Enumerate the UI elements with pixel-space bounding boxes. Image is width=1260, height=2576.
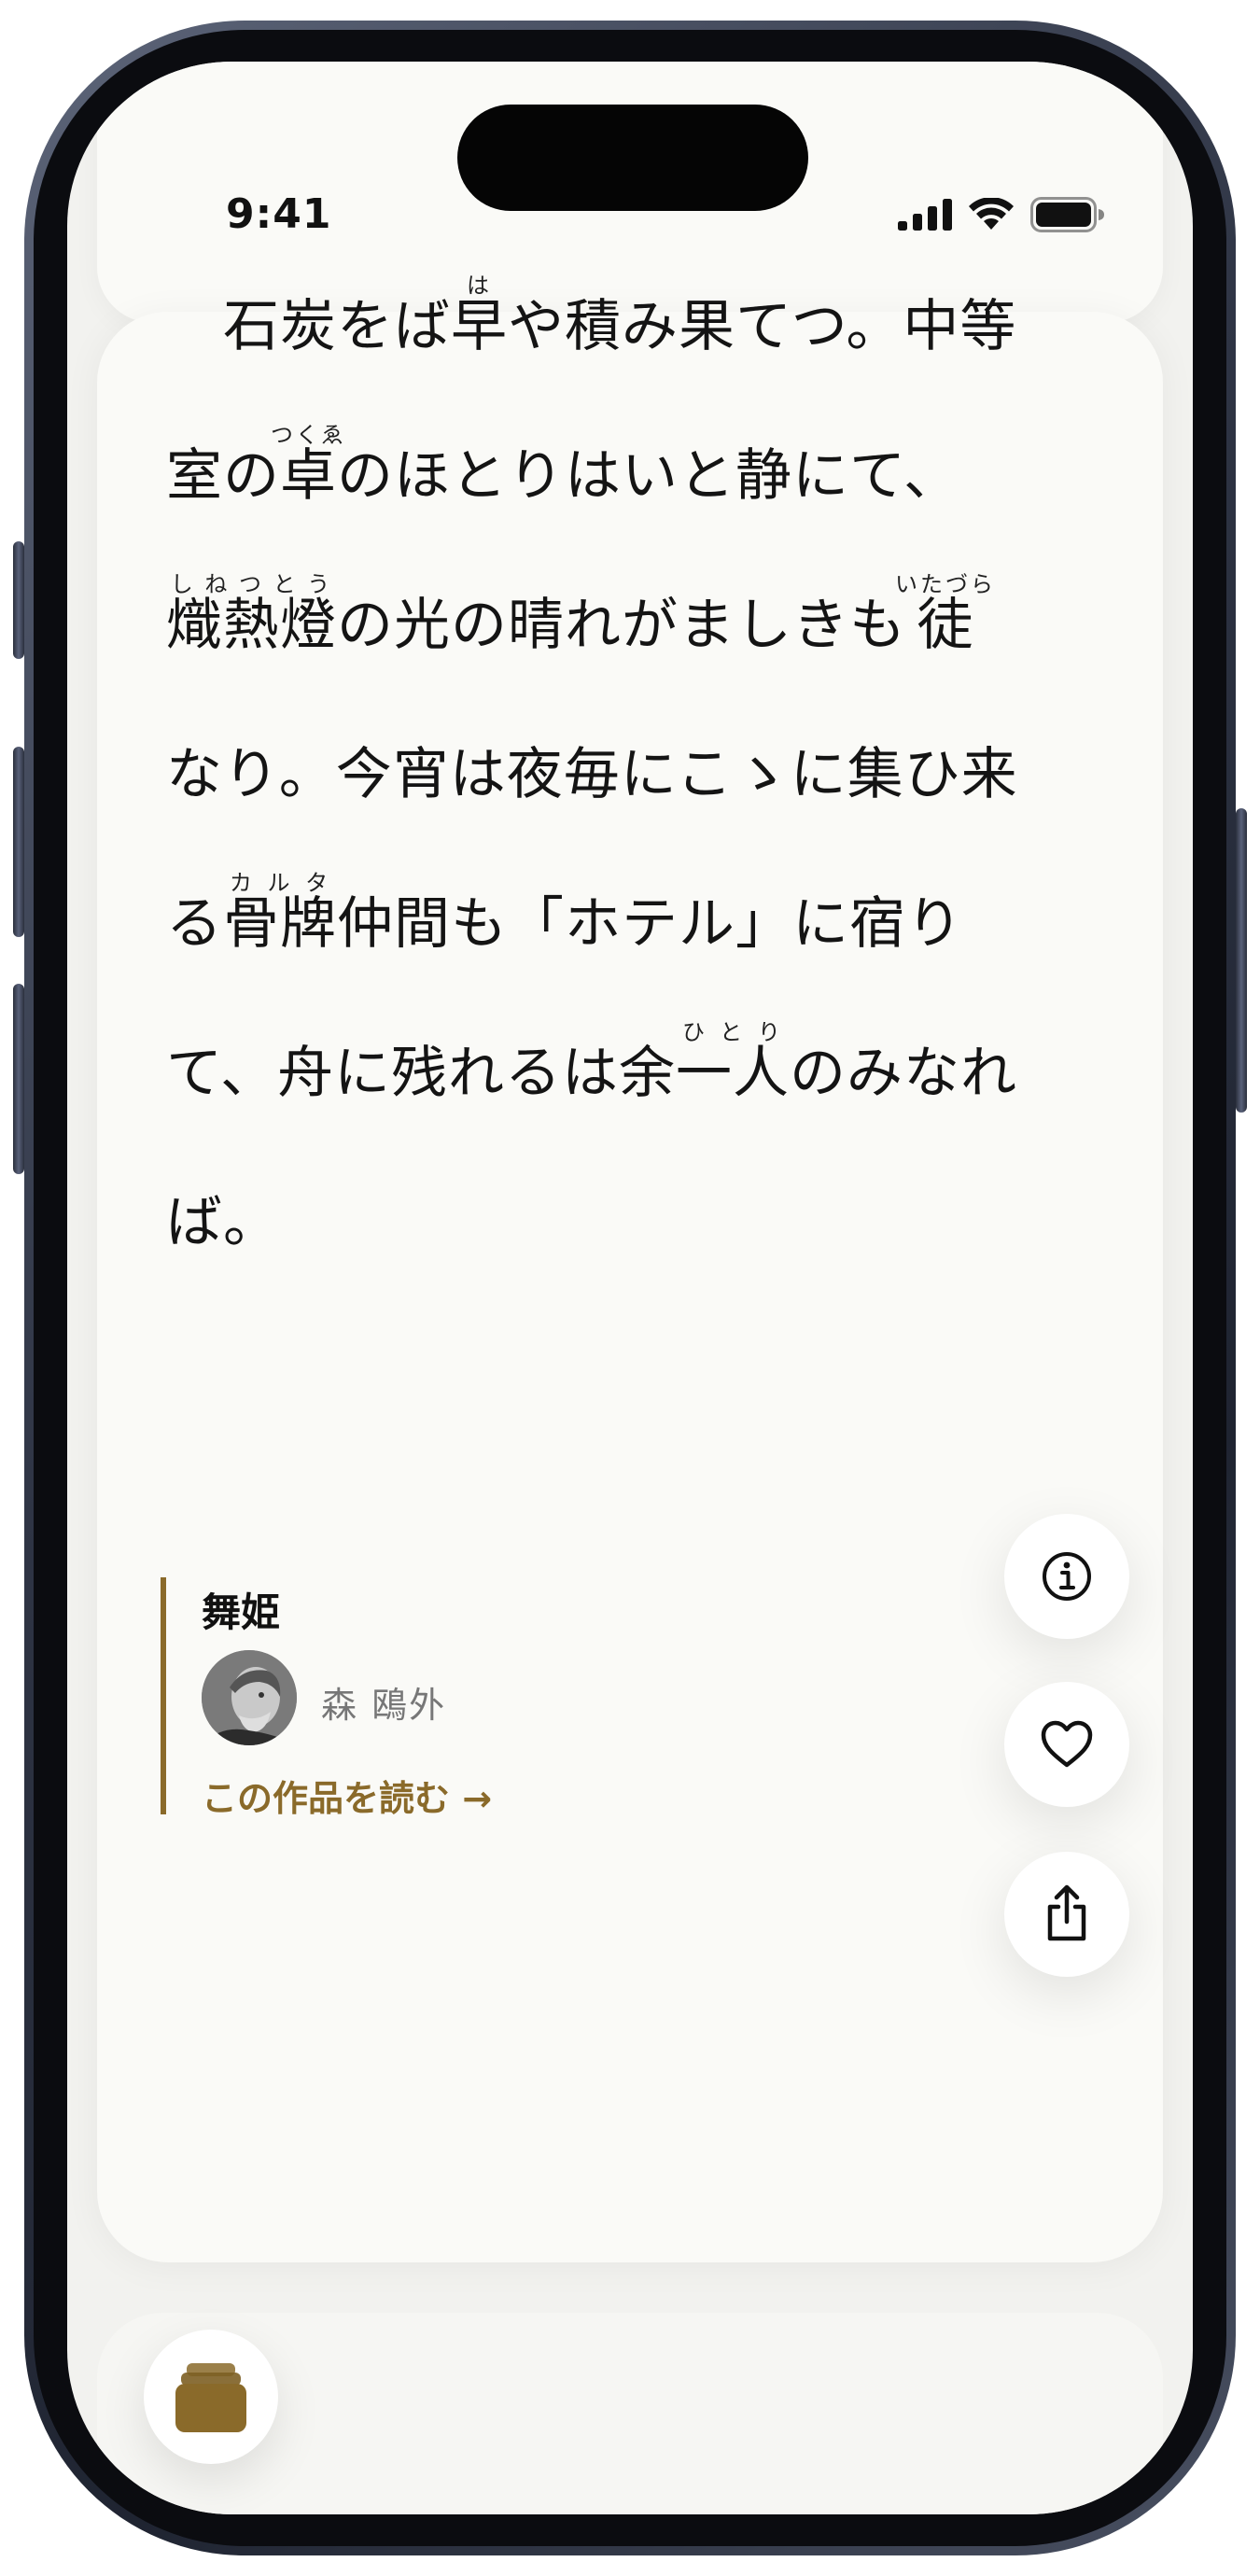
quote-line: ば。 (166, 1148, 1127, 1297)
ruby-word: 熾熱燈しねつとう (166, 571, 337, 658)
quote-segment: や積み果てつ。中等 (508, 294, 1017, 359)
screen: 9:41 石炭をば早はや積み果てつ。中等 室の卓つくゑのほとりはいと静にて、 熾熱燈… (67, 62, 1193, 2514)
status-time: 9:41 (226, 190, 332, 238)
ruby-reading: は (451, 273, 508, 299)
quote-segment: る (166, 891, 223, 957)
dynamic-island (457, 105, 808, 211)
heart-icon (1041, 1720, 1093, 1768)
action-button (13, 541, 24, 659)
work-title: 舞姫 (202, 1589, 281, 1635)
ruby-reading: カルタ (223, 870, 337, 896)
quote-line: なり。今宵は夜毎にこゝに集ひ来 (166, 700, 1127, 849)
quote-line: 熾熱燈しねつとうの光の晴れがましきも徒いたづら (166, 551, 1127, 700)
ruby-base: 一人 (676, 1041, 790, 1106)
info-icon (1043, 1552, 1091, 1601)
quote-text: 石炭をば早はや積み果てつ。中等 室の卓つくゑのほとりはいと静にて、 熾熱燈しねつとう… (166, 252, 1127, 1297)
ruby-reading: ひとり (676, 1019, 790, 1045)
quote-segment: のみなれ (790, 1041, 1017, 1106)
share-icon (1047, 1884, 1086, 1941)
battery-icon (1030, 197, 1104, 232)
status-icons (898, 196, 1105, 233)
ruby-base: 早 (451, 294, 508, 359)
quote-segment: 石炭をば (166, 294, 451, 359)
ruby-reading: つくゑ (271, 422, 346, 448)
quote-segment: て、舟に残れるは余 (166, 1041, 676, 1106)
ruby-word: 骨牌カルタ (223, 870, 337, 957)
cellular-signal-icon (898, 199, 952, 231)
favorite-button[interactable] (1004, 1682, 1129, 1807)
info-button[interactable] (1004, 1514, 1129, 1639)
ruby-word: 徒いたづら (895, 571, 996, 658)
quote-line: て、舟に残れるは余一人ひとりのみなれ (166, 999, 1127, 1148)
quote-line: る骨牌カルタ仲間も「ホテル」に宿り (166, 849, 1127, 999)
share-button[interactable] (1004, 1852, 1129, 1977)
ruby-reading: しねつとう (166, 571, 337, 597)
quote-segment: なり。今宵は夜毎にこゝに集ひ来 (166, 742, 1018, 807)
quote-segment: ば。 (166, 1190, 280, 1255)
quote-segment: 仲間も「ホテル」に宿り (337, 891, 963, 957)
quote-line: 室の卓つくゑのほとりはいと静にて、 (166, 401, 1127, 551)
ruby-base: 徒 (895, 593, 996, 658)
ruby-word: 一人ひとり (676, 1019, 790, 1106)
volume-down-button (13, 984, 24, 1174)
author-portrait-image (202, 1650, 297, 1745)
quote-segment: 室の (166, 443, 280, 509)
work-info: 舞姫 森 鴎外 この作品を読む → (161, 1577, 646, 1819)
author-avatar[interactable] (202, 1650, 297, 1745)
ruby-reading: いたづら (895, 571, 996, 597)
power-button (1236, 808, 1247, 1113)
library-button[interactable] (144, 2330, 278, 2464)
volume-up-button (13, 747, 24, 937)
ruby-base: 骨牌 (223, 891, 337, 957)
ruby-base: 卓 (271, 443, 346, 509)
library-stack-icon (175, 2363, 246, 2432)
author-name: 森 鴎外 (321, 1685, 447, 1726)
read-work-link[interactable]: この作品を読む → (202, 1770, 492, 1821)
wifi-icon (969, 198, 1014, 230)
ruby-word: 卓つくゑ (271, 422, 345, 509)
ruby-word: 早は (451, 273, 508, 359)
ruby-base: 熾熱燈 (166, 593, 337, 658)
quote-segment: のほとりはいと静にて、 (337, 443, 960, 509)
quote-line: 石炭をば早はや積み果てつ。中等 (166, 252, 1127, 401)
quote-segment: の光の晴れがましきも (337, 593, 906, 658)
